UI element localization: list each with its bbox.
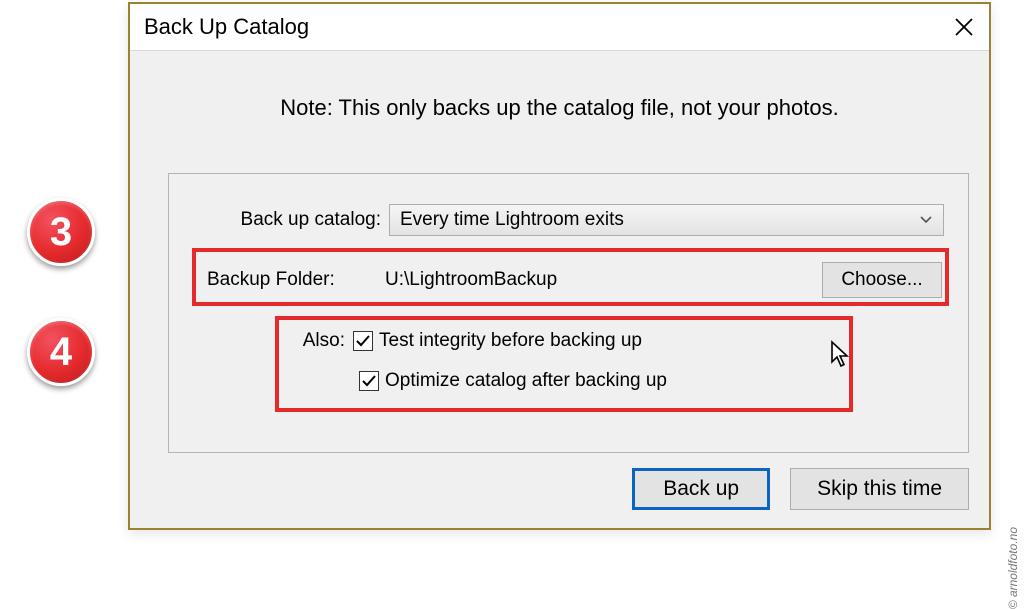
- skip-button[interactable]: Skip this time: [790, 468, 969, 510]
- dialog-button-row: Back up Skip this time: [632, 468, 969, 510]
- backup-folder-row: Backup Folder: U:\LightroomBackup Choose…: [207, 262, 942, 298]
- also-row-1: Also: Test integrity before backing up: [293, 330, 642, 352]
- backup-frequency-dropdown[interactable]: Every time Lightroom exits: [389, 204, 944, 236]
- also-label: Also:: [293, 330, 353, 352]
- choose-button[interactable]: Choose...: [822, 262, 942, 298]
- optimize-label: Optimize catalog after backing up: [385, 370, 667, 392]
- annotation-badge-3: 3: [27, 198, 95, 266]
- close-icon[interactable]: [953, 16, 975, 38]
- dropdown-selected: Every time Lightroom exits: [400, 209, 624, 231]
- cursor-icon: [830, 340, 852, 368]
- dialog-body: Note: This only backs up the catalog fil…: [130, 50, 989, 528]
- backup-folder-label: Backup Folder:: [207, 269, 367, 291]
- test-integrity-label: Test integrity before backing up: [379, 330, 642, 352]
- optimize-checkbox[interactable]: [359, 371, 379, 391]
- titlebar: Back Up Catalog: [130, 4, 989, 50]
- backup-folder-path: U:\LightroomBackup: [367, 269, 822, 291]
- backup-catalog-row: Back up catalog: Every time Lightroom ex…: [199, 204, 944, 236]
- backup-button[interactable]: Back up: [632, 468, 770, 510]
- test-integrity-checkbox[interactable]: [353, 331, 373, 351]
- also-row-2: Optimize catalog after backing up: [359, 370, 667, 392]
- chevron-down-icon: [919, 212, 933, 228]
- backup-catalog-dialog: Back Up Catalog Note: This only backs up…: [128, 2, 991, 530]
- note-text: Note: This only backs up the catalog fil…: [130, 95, 989, 121]
- backup-catalog-label: Back up catalog:: [199, 209, 389, 231]
- dialog-title: Back Up Catalog: [144, 14, 309, 40]
- settings-panel: Back up catalog: Every time Lightroom ex…: [168, 173, 969, 453]
- annotation-badge-4: 4: [27, 318, 95, 386]
- watermark: © arnoldfoto.no: [1006, 527, 1020, 609]
